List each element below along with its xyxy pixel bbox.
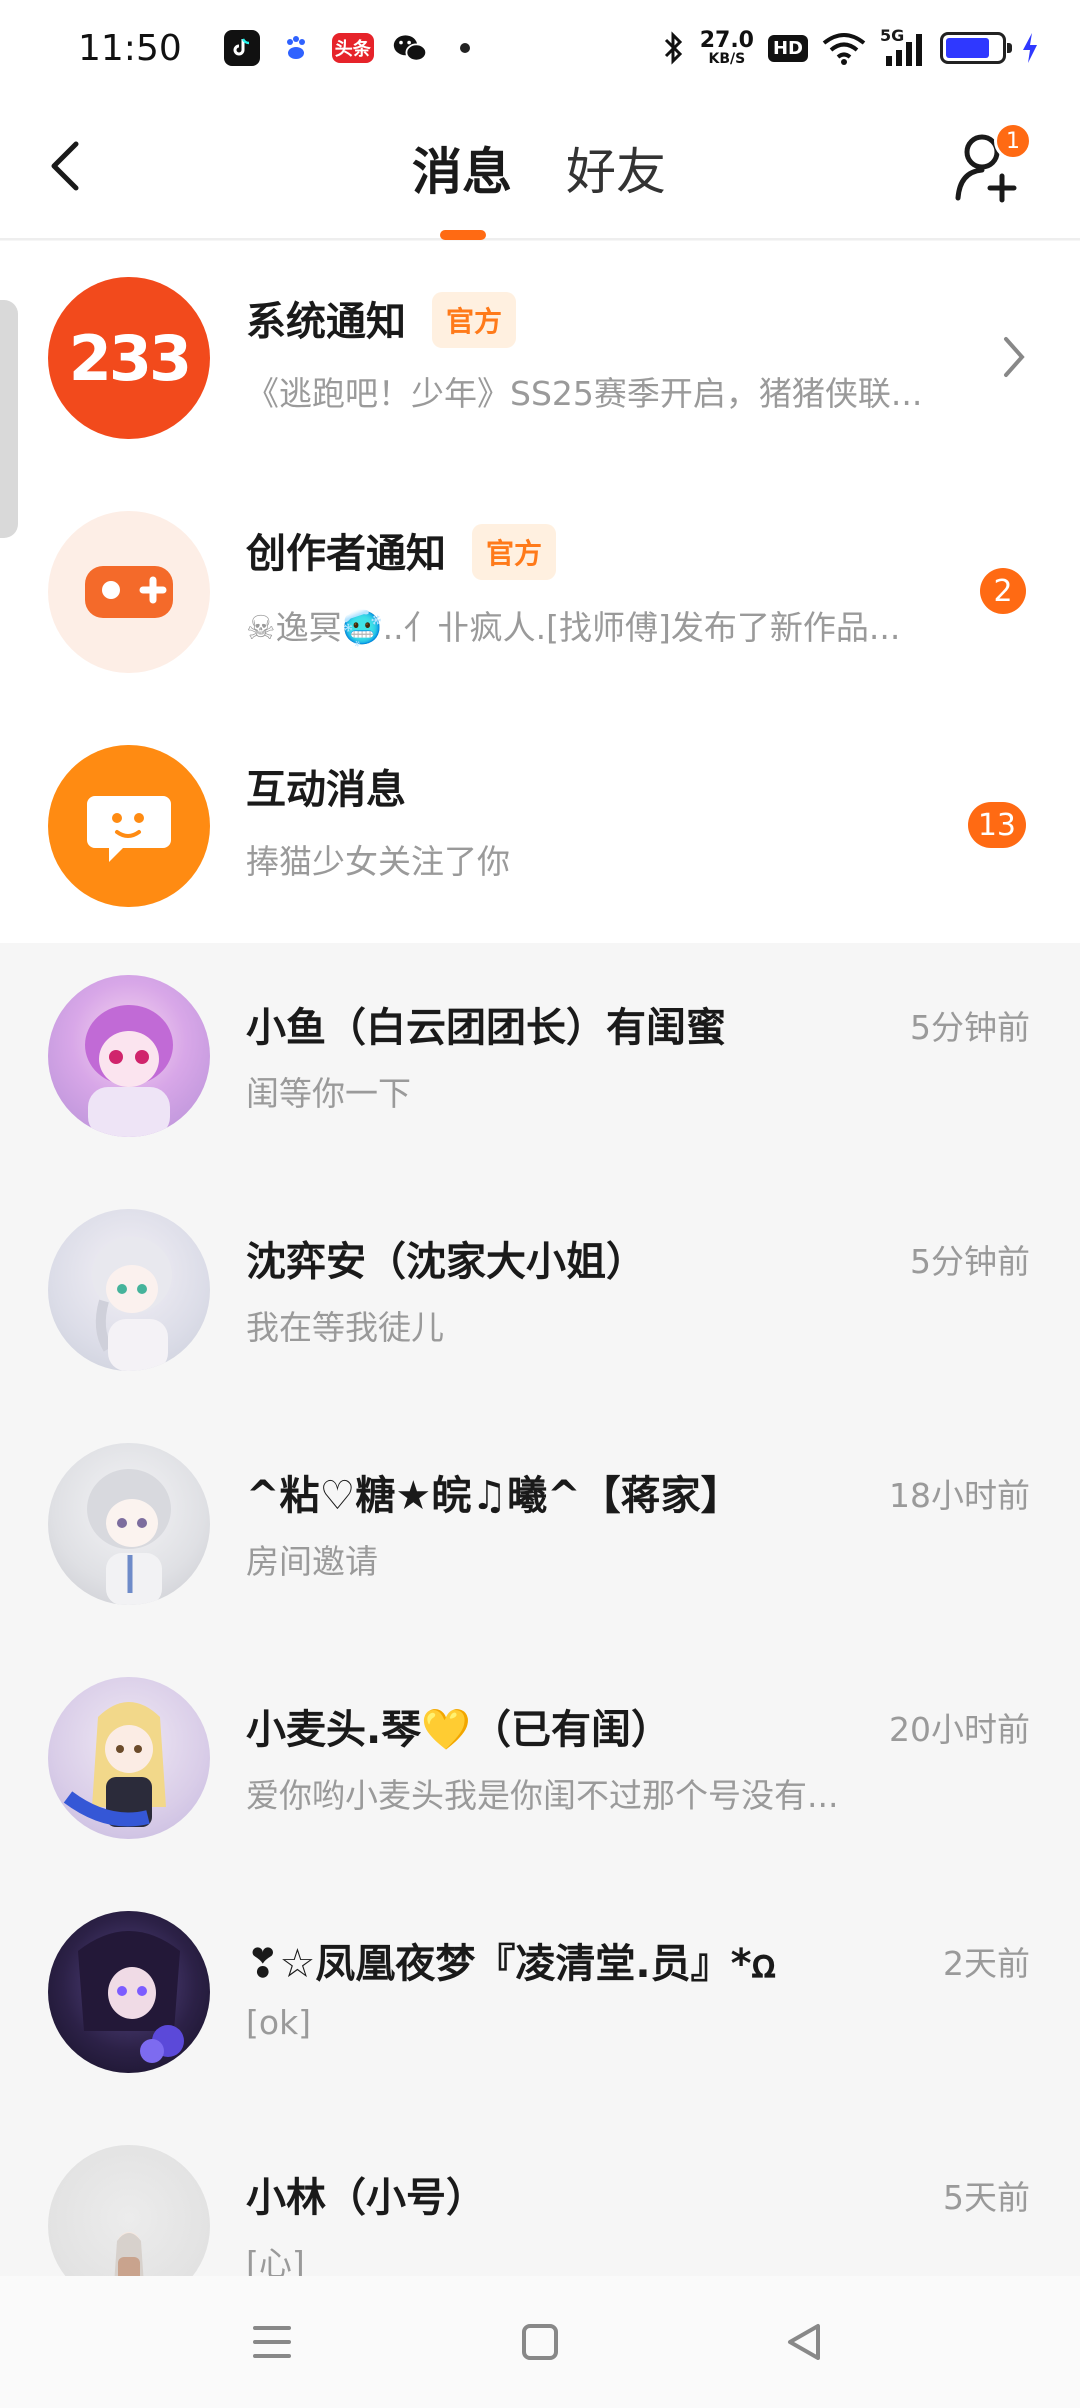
- tab-messages[interactable]: 消息: [412, 132, 512, 204]
- hd-icon: HD: [767, 34, 808, 62]
- system-nav-bar: [0, 2276, 1080, 2408]
- status-app-icons: 头条: [223, 30, 470, 66]
- 233-logo-icon: 233: [48, 277, 210, 439]
- active-tab-indicator: [440, 230, 486, 240]
- system-back-button[interactable]: [774, 2312, 834, 2372]
- notification-dot: [459, 43, 470, 53]
- toutiao-icon: 头条: [331, 33, 374, 63]
- network-speed: 27.0 KB/S: [699, 28, 754, 67]
- signal-label: 5G: [880, 26, 905, 45]
- chat-row[interactable]: ❣☆凤凰夜梦『凌清堂.员』*ꭥ [ok] 2天前: [0, 1879, 1080, 2113]
- chat-name: 小鱼（白云团团长）有闺蜜: [246, 1005, 726, 1051]
- chat-name: ^粘♡糖★皖♫曦^【蒋家】: [246, 1473, 741, 1519]
- tiktok-icon: [223, 30, 260, 66]
- row-title: 系统通知 官方: [246, 289, 517, 348]
- status-system-icons: 27.0 KB/S HD 5G: [662, 26, 1040, 67]
- chat-time: 5分钟前: [910, 1242, 1030, 1281]
- chat-time: 20小时前: [889, 1710, 1030, 1749]
- interaction-notice-row[interactable]: 互动消息 捧猫少女关注了你 13: [0, 709, 1080, 943]
- row-title-text: 系统通知: [246, 299, 406, 345]
- chat-row[interactable]: 小鱼（白云团团长）有闺蜜 闺等你一下 5分钟前: [0, 943, 1080, 1177]
- wechat-icon: [392, 30, 428, 66]
- chat-message: 闺等你一下: [246, 1074, 411, 1113]
- chat-name: 沈弈安（沈家大小姐）: [246, 1239, 646, 1285]
- avatar: [48, 975, 210, 1137]
- baidu-icon: [277, 30, 314, 66]
- creator-notice-row[interactable]: 创作者通知 官方 ☠逸冥🥶.⁣.亻卝疯人.[找师傅]发布了新作品... 2: [0, 475, 1080, 709]
- chat-message: 我在等我徒儿: [246, 1308, 444, 1347]
- gamepad-icon: [48, 511, 210, 673]
- add-friend-badge: 1: [994, 122, 1032, 160]
- avatar: [48, 1911, 210, 2073]
- chat-row[interactable]: ^粘♡糖★皖♫曦^【蒋家】 房间邀请 18小时前: [0, 1411, 1080, 1645]
- tab-friends[interactable]: 好友: [566, 132, 666, 204]
- header: 消息 好友 1: [0, 96, 1080, 240]
- row-title: 创作者通知 官方: [246, 521, 557, 580]
- chat-message: [ok]: [246, 2003, 312, 2042]
- cell-signal-icon: 5G: [880, 26, 926, 66]
- recent-apps-button[interactable]: [242, 2312, 302, 2372]
- chat-name: ❣☆凤凰夜梦『凌清堂.员』*ꭥ: [246, 1941, 776, 1987]
- home-icon: [522, 2324, 558, 2360]
- status-bar: 11:50 头条 27.0 KB/S HD 5G: [0, 0, 1080, 96]
- chat-time: 5天前: [943, 2178, 1030, 2217]
- battery-level-fill: [946, 38, 990, 58]
- chat-time: 2天前: [943, 1944, 1030, 1983]
- logo-text: 233: [68, 321, 192, 395]
- row-subtitle: 《逃跑吧！少年》SS25赛季开启，猪猪侠联...: [246, 374, 923, 413]
- chevron-left-icon: [51, 141, 79, 191]
- scroll-handle[interactable]: [0, 300, 18, 538]
- net-speed-value: 27.0: [699, 28, 754, 53]
- toutiao-label: 头条: [334, 39, 371, 60]
- chat-row[interactable]: 沈弈安（沈家大小姐） 我在等我徒儿 5分钟前: [0, 1177, 1080, 1411]
- battery-icon: [940, 32, 1012, 64]
- chat-time: 18小时前: [889, 1476, 1030, 1515]
- unread-count-badge: 2: [980, 568, 1026, 614]
- row-subtitle: 捧猫少女关注了你: [246, 842, 510, 881]
- notification-section: 233 系统通知 官方 《逃跑吧！少年》SS25赛季开启，猪猪侠联... 创作者通…: [0, 241, 1080, 943]
- chat-message: 爱你哟小麦头我是你闺不过那个号没有...: [246, 1776, 839, 1815]
- avatar: [48, 1209, 210, 1371]
- chat-bubble-icon: [48, 745, 210, 907]
- net-speed-unit: KB/S: [708, 51, 746, 67]
- back-button[interactable]: [46, 136, 106, 196]
- back-icon: [788, 2324, 820, 2360]
- home-button[interactable]: [510, 2312, 570, 2372]
- chat-row[interactable]: 小麦头.琴💛（已有闺） 爱你哟小麦头我是你闺不过那个号没有... 20小时前: [0, 1645, 1080, 1879]
- chat-name: 小林（小号）: [246, 2175, 486, 2221]
- row-title: 互动消息: [246, 767, 406, 813]
- row-title-text: 创作者通知: [246, 531, 446, 577]
- status-time: 11:50: [78, 27, 182, 69]
- avatar: [48, 1443, 210, 1605]
- system-notice-row[interactable]: 233 系统通知 官方 《逃跑吧！少年》SS25赛季开启，猪猪侠联...: [0, 241, 1080, 475]
- chevron-right-icon: [1004, 337, 1025, 377]
- chat-time: 5分钟前: [910, 1008, 1030, 1047]
- bluetooth-icon: [664, 31, 682, 65]
- menu-icon: [253, 2326, 291, 2358]
- official-tag: 官方: [472, 524, 557, 580]
- wifi-icon: [822, 33, 866, 65]
- row-subtitle: ☠逸冥🥶.⁣.亻卝疯人.[找师傅]发布了新作品...: [246, 608, 901, 647]
- charging-icon: [1023, 33, 1037, 63]
- unread-count-badge: 13: [967, 802, 1026, 848]
- avatar: [48, 1677, 210, 1839]
- official-tag: 官方: [432, 292, 517, 348]
- chat-message: 房间邀请: [246, 1542, 378, 1581]
- chat-name: 小麦头.琴💛（已有闺）: [246, 1707, 671, 1753]
